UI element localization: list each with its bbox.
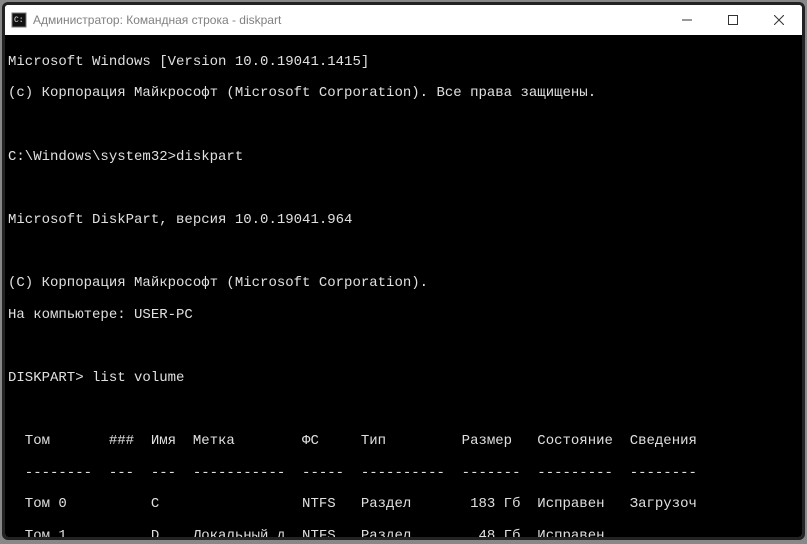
output-line: Microsoft DiskPart, версия 10.0.19041.96…: [8, 213, 802, 229]
output-line: DISKPART> list volume: [8, 371, 802, 387]
close-button[interactable]: [756, 5, 802, 35]
terminal-output[interactable]: Microsoft Windows [Version 10.0.19041.14…: [5, 35, 802, 537]
svg-text:C:: C:: [14, 16, 24, 25]
table-header: Том ### Имя Метка ФС Тип Размер Состояни…: [8, 434, 802, 450]
output-line: C:\Windows\system32>diskpart: [8, 150, 802, 166]
window-controls: [664, 5, 802, 35]
table-separator: -------- --- --- ----------- ----- -----…: [8, 466, 802, 482]
output-line: [8, 244, 802, 260]
minimize-button[interactable]: [664, 5, 710, 35]
cmd-icon: C:: [11, 12, 27, 28]
output-line: [8, 402, 802, 418]
output-line: [8, 181, 802, 197]
window-title: Администратор: Командная строка - diskpa…: [33, 13, 664, 27]
titlebar[interactable]: C: Администратор: Командная строка - dis…: [5, 5, 802, 35]
output-line: Microsoft Windows [Version 10.0.19041.14…: [8, 55, 802, 71]
output-line: [8, 118, 802, 134]
output-line: (c) Корпорация Майкрософт (Microsoft Cor…: [8, 86, 802, 102]
table-row: Том 1 D Локальный д NTFS Раздел 48 Гб Ис…: [8, 529, 802, 537]
maximize-button[interactable]: [710, 5, 756, 35]
output-line: [8, 339, 802, 355]
cmd-window: C: Администратор: Командная строка - dis…: [2, 2, 805, 540]
table-row: Том 0 C NTFS Раздел 183 Гб Исправен Загр…: [8, 497, 802, 513]
output-line: На компьютере: USER-PC: [8, 308, 802, 324]
output-line: (C) Корпорация Майкрософт (Microsoft Cor…: [8, 276, 802, 292]
